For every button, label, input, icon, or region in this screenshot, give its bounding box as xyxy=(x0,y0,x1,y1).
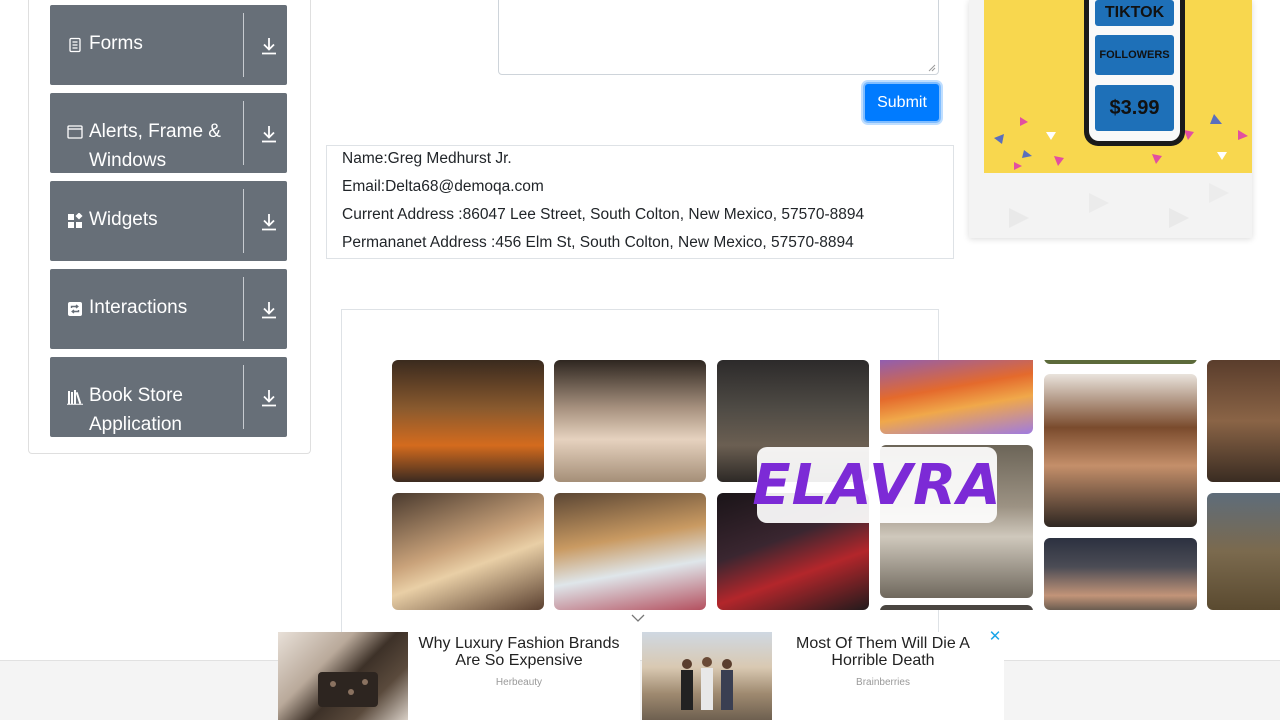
sidebar: Forms Alerts, Frame & Windows Widgets In… xyxy=(28,0,311,454)
ad-image-tile xyxy=(1044,374,1197,527)
people-illustration xyxy=(681,657,733,710)
sidebar-group-alerts[interactable]: Alerts, Frame & Windows xyxy=(50,93,287,173)
download-icon[interactable] xyxy=(259,35,279,57)
ad-image-tile xyxy=(1044,360,1197,364)
divider xyxy=(243,365,244,429)
ad-yellow-panel: TIKTOK FOLLOWERS $3.99 xyxy=(984,0,1252,173)
output-permanent-address: Permananet Address :456 Elm St, South Co… xyxy=(342,234,854,251)
sidebar-group-label: Interactions xyxy=(89,297,188,318)
chevron-down-icon[interactable] xyxy=(630,612,646,624)
download-icon[interactable] xyxy=(259,387,279,409)
output-email: Email:Delta68@demoqa.com xyxy=(342,178,544,195)
ad-price: $3.99 xyxy=(1095,85,1174,131)
ad-logo: ELAVRA xyxy=(752,447,1001,523)
ad-image-tile xyxy=(880,605,1033,610)
ad-image-tile xyxy=(392,360,544,482)
widgets-icon xyxy=(68,213,83,228)
right-ad[interactable]: TIKTOK FOLLOWERS $3.99 xyxy=(969,0,1252,238)
ad-image-tile xyxy=(1207,493,1280,610)
bottom-ad-card[interactable]: Most Of Them Will Die A Horrible Death B… xyxy=(642,632,1004,720)
divider xyxy=(243,277,244,341)
sidebar-group-label: Alerts, Frame & Windows xyxy=(89,121,221,171)
sidebar-group-forms[interactable]: Forms xyxy=(50,5,287,85)
divider xyxy=(243,101,244,165)
bottom-ad-source: Brainberries xyxy=(856,677,910,688)
bottom-ad-card[interactable]: Why Luxury Fashion Brands Are So Expensi… xyxy=(278,632,640,720)
sidebar-group-widgets[interactable]: Widgets xyxy=(50,181,287,261)
divider xyxy=(243,189,244,253)
output-current-address: Current Address :86047 Lee Street, South… xyxy=(342,206,865,223)
book-icon xyxy=(67,390,83,405)
ad-background-pattern xyxy=(1009,183,1229,228)
ad-image-tile xyxy=(880,360,1033,434)
ad-thumbnail xyxy=(642,632,772,720)
ad-image-tile xyxy=(392,493,544,610)
ad-image-tile xyxy=(554,493,706,610)
close-icon[interactable]: ✕ xyxy=(988,629,1002,644)
bottom-ad-bar xyxy=(0,660,1280,720)
submit-button[interactable]: Submit xyxy=(863,82,941,123)
phone-illustration: TIKTOK FOLLOWERS $3.99 xyxy=(1084,0,1185,146)
bottom-ad-title[interactable]: Why Luxury Fashion Brands Are So Expensi… xyxy=(414,635,624,669)
sidebar-group-label: Book Store Application xyxy=(89,385,183,435)
ad-thumbnail xyxy=(278,632,408,720)
divider xyxy=(243,13,244,77)
sidebar-group-label: Forms xyxy=(89,33,143,54)
bottom-ad-title[interactable]: Most Of Them Will Die A Horrible Death xyxy=(778,635,988,669)
permanent-address-textarea[interactable] xyxy=(498,0,939,75)
ad-line-2: FOLLOWERS xyxy=(1095,35,1174,75)
download-icon[interactable] xyxy=(259,211,279,233)
download-icon[interactable] xyxy=(259,299,279,321)
sidebar-group-interactions[interactable]: Interactions xyxy=(50,269,287,349)
sidebar-group-label: Widgets xyxy=(89,209,158,230)
ad-image-tile xyxy=(1044,538,1197,610)
sidebar-group-bookstore[interactable]: Book Store Application xyxy=(50,357,287,437)
form-icon xyxy=(69,37,81,53)
interactions-icon xyxy=(68,302,82,316)
ad-image-tile xyxy=(554,360,706,482)
output-name: Name:Greg Medhurst Jr. xyxy=(342,150,512,167)
output-box: Name:Greg Medhurst Jr. Email:Delta68@dem… xyxy=(326,145,954,259)
download-icon[interactable] xyxy=(259,123,279,145)
resize-grip-icon[interactable] xyxy=(928,64,936,72)
handbag-illustration xyxy=(318,672,378,707)
ad-image-tile xyxy=(1207,360,1280,482)
ad-line-1: TIKTOK xyxy=(1095,0,1174,26)
window-icon xyxy=(67,125,83,139)
ad-logo-text: ELAVRA xyxy=(752,452,1002,518)
bottom-ad-source: Herbeauty xyxy=(495,677,543,688)
